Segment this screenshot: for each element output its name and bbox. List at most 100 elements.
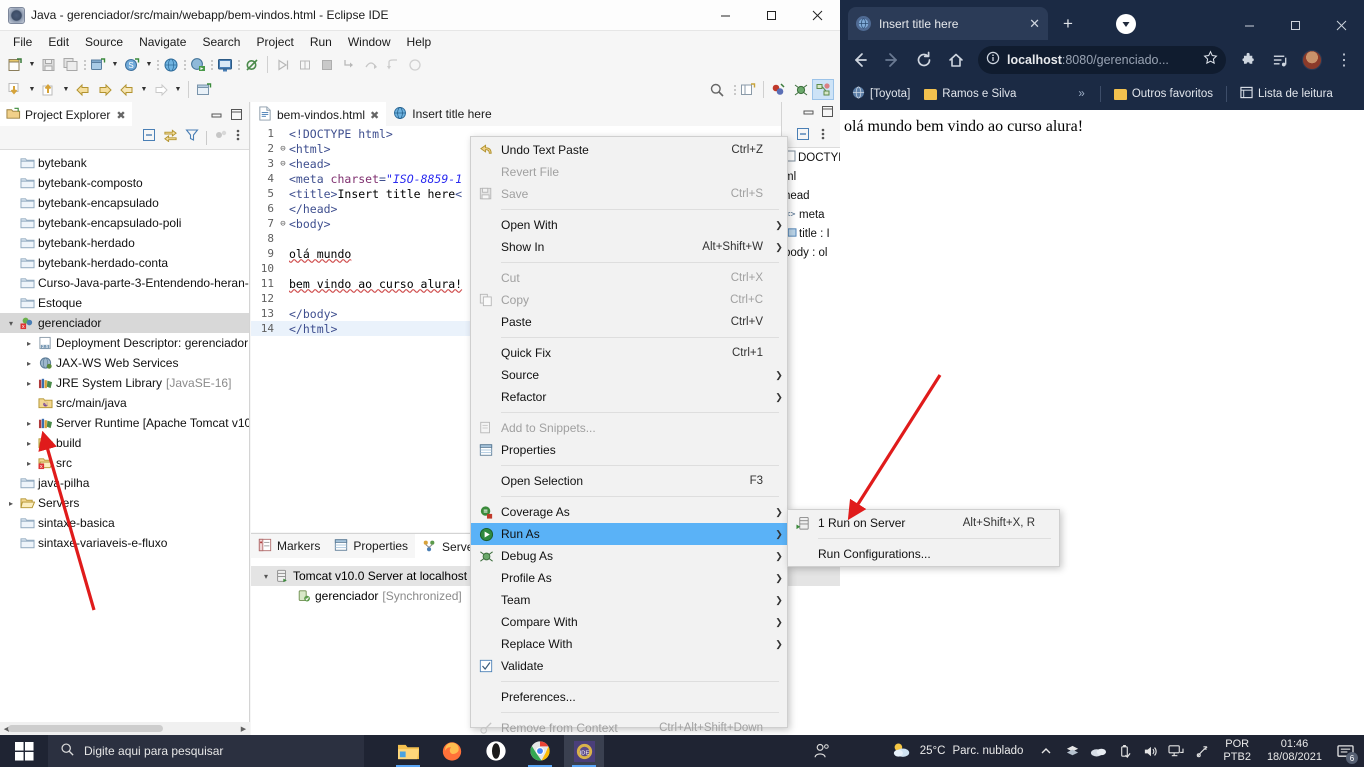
active-perspective-icon[interactable] [812,79,834,100]
taskbar-people-icon[interactable] [801,735,841,767]
avatar[interactable] [1298,46,1326,74]
fold-marker-icon[interactable]: ⊖ [277,144,289,154]
tree-item[interactable]: sintaxe-basica [0,513,249,533]
bottom-panel-tab[interactable]: Markers [251,534,327,558]
fold-marker-icon[interactable]: ⊖ [277,159,289,169]
menu-item-source[interactable]: Source ❯ [471,364,787,386]
tree-twisty-icon[interactable]: ▸ [22,339,36,348]
tree-item[interactable]: ▸ JAX-WS Web Services [0,353,249,373]
chrome-menu-icon[interactable]: ⋮ [1330,46,1358,74]
editor-context-menu[interactable]: Undo Text Paste Ctrl+Z Revert File Save Ctrl… [470,136,788,735]
menu-item-run-as[interactable]: Run As ❯ [471,523,787,545]
bookmark-star-icon[interactable] [1203,50,1218,70]
bookmark-item[interactable]: [Toyota] [848,84,914,104]
outline-maximize-icon[interactable] [821,105,834,123]
tree-item[interactable]: Estoque [0,293,249,313]
tree-item[interactable]: ▸ Servers [0,493,249,513]
server-twisty-icon[interactable]: ▾ [259,572,273,581]
bookmark-item[interactable]: Lista de leitura [1236,84,1337,104]
project-tree[interactable]: bytebank bytebank-composto bytebank-encaps… [0,150,249,733]
tree-item[interactable]: ▸ build [0,433,249,453]
new-server-dropdown-arrow[interactable]: ▼ [143,54,155,75]
submenu-item-1-run-on-server[interactable]: 1 Run on Server Alt+Shift+X, R [788,512,1059,534]
submenu-item-run-configurations[interactable]: Run Configurations... [788,543,1059,565]
bookmark-item[interactable]: Ramos e Silva [920,86,1020,102]
chrome-maximize-button[interactable] [1272,10,1318,40]
menu-item-quick-fix[interactable]: Quick Fix Ctrl+1 [471,342,787,364]
export-dropdown-arrow[interactable]: ▼ [60,79,72,100]
outline-item[interactable]: title : I [782,224,840,243]
taskbar-opera-icon[interactable] [476,735,516,767]
usb-safely-remove-icon[interactable] [1111,735,1137,767]
back-icon[interactable] [846,46,874,74]
start-button[interactable] [0,735,48,767]
bookmark-item[interactable]: Outros favoritos [1110,86,1217,102]
tree-twisty-icon[interactable]: ▸ [22,439,36,448]
skip-breakpoints-icon[interactable] [241,54,263,75]
project-explorer-close-icon[interactable]: ✖ [116,109,125,122]
menu-item-paste[interactable]: Paste Ctrl+V [471,311,787,333]
omnibox[interactable]: localhost:8080/gerenciado... [978,46,1226,74]
menu-item-profile-as[interactable]: Profile As ❯ [471,567,787,589]
menu-window[interactable]: Window [340,33,399,51]
media-list-icon[interactable] [1266,46,1294,74]
chrome-new-tab-button[interactable]: + [1054,10,1082,38]
new-web-project-dropdown-arrow[interactable]: ▼ [109,54,121,75]
tab-project-explorer[interactable]: Project Explorer ✖ [0,102,132,126]
menu-help[interactable]: Help [399,33,440,51]
tree-item[interactable]: java-pilha [0,473,249,493]
site-info-icon[interactable] [986,51,1000,70]
eclipse-minimize-button[interactable] [702,0,748,31]
chrome-close-button[interactable] [1318,10,1364,40]
new-server-icon[interactable]: S [121,54,143,75]
menu-item-show-in[interactable]: Show In Alt+Shift+W ❯ [471,236,787,258]
menu-item-refactor[interactable]: Refactor ❯ [471,386,787,408]
menu-search[interactable]: Search [194,33,248,51]
menu-item-replace-with[interactable]: Replace With ❯ [471,633,787,655]
save-all-icon[interactable] [60,54,82,75]
menu-edit[interactable]: Edit [40,33,77,51]
tree-twisty-icon[interactable]: ▸ [22,459,36,468]
network-icon[interactable] [1163,735,1189,767]
eclipse-close-button[interactable] [794,0,840,31]
tree-item[interactable]: sintaxe-variaveis-e-fluxo [0,533,249,553]
console-icon[interactable] [214,54,236,75]
taskbar-search-box[interactable]: Digite aqui para pesquisar [48,735,364,767]
menu-item-team[interactable]: Team ❯ [471,589,787,611]
outline-minimize-icon[interactable] [802,105,815,123]
menu-source[interactable]: Source [77,33,131,51]
tree-item[interactable]: bytebank [0,153,249,173]
project-explorer-maximize-icon[interactable] [229,107,243,121]
project-explorer-hscrollbar[interactable]: ◀ ▶ [0,722,250,735]
new-web-project-icon[interactable] [87,54,109,75]
tree-item[interactable]: bytebank-herdado [0,233,249,253]
intel-graphics-icon[interactable] [1189,735,1215,767]
menu-item-properties[interactable]: Properties [471,439,787,461]
nav-back-dropdown-arrow[interactable]: ▼ [138,79,150,100]
tree-item[interactable]: ▸ JRE System Library [JavaSE-16] [0,373,249,393]
menu-item-debug-as[interactable]: Debug As ❯ [471,545,787,567]
new-window-icon[interactable] [193,79,215,100]
menu-item-undo-text-paste[interactable]: Undo Text Paste Ctrl+Z [471,139,787,161]
new-perspective-icon[interactable] [737,79,759,100]
menu-item-open-with[interactable]: Open With ❯ [471,214,787,236]
nav-back-icon[interactable] [116,79,138,100]
outline-list[interactable]: DOCTYPE:ht mlhead<>meta title : I body : ol [782,148,840,262]
search-icon[interactable] [706,79,728,100]
show-hidden-icons-chevron-icon[interactable] [1033,735,1059,767]
hscroll-right-arrow[interactable]: ▶ [237,722,250,735]
run-web-icon[interactable] [187,54,209,75]
bottom-panel-tab[interactable]: Properties [327,534,415,558]
eclipse-maximize-button[interactable] [748,0,794,31]
chrome-minimize-button[interactable] [1226,10,1272,40]
import-dropdown-arrow[interactable]: ▼ [26,79,38,100]
fold-marker-icon[interactable]: ⊖ [277,219,289,229]
menu-item-compare-with[interactable]: Compare With ❯ [471,611,787,633]
outline-view-menu-icon[interactable] [820,127,826,146]
bookmarks-overflow-icon[interactable]: » [1072,88,1090,100]
menu-item-coverage-as[interactable]: Coverage As ❯ [471,501,787,523]
taskbar-clock[interactable]: 01:46 18/08/2021 [1259,738,1330,764]
export-icon[interactable] [38,79,60,100]
tree-item[interactable]: bytebank-herdado-conta [0,253,249,273]
menu-item-preferences[interactable]: Preferences... [471,686,787,708]
